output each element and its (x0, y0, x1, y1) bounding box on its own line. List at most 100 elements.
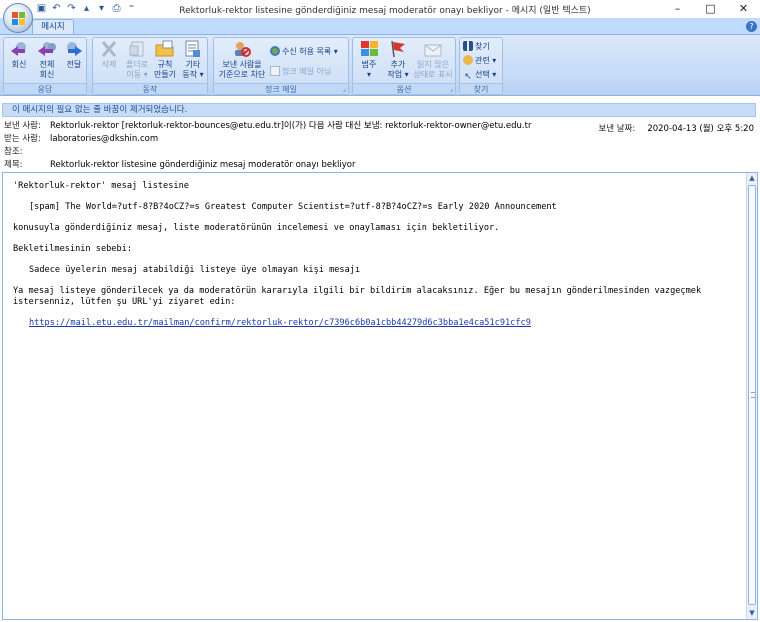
quick-access-toolbar: ▣ ↶ ↷ ▴ ▾ ⎙ ⁼ (36, 3, 137, 14)
related-button[interactable]: 관련 ▾ (463, 55, 496, 67)
forward-icon (67, 42, 82, 56)
other-label-2: 동작 ▾ (182, 70, 204, 79)
rules-folder-icon (155, 40, 174, 57)
to-value[interactable]: laboratories@dkshin.com (50, 134, 158, 144)
categorize-label-1: 범주 (361, 60, 377, 69)
group-junk-label: 정크 메일 (214, 83, 348, 94)
sent-value: 2020-04-13 (월) 오후 5:20 (647, 124, 754, 134)
info-bar[interactable]: 이 메시지의 필요 없는 줄 바꿈이 제거되었습니다. (2, 103, 756, 117)
body-paragraph: Bekletilmesinin sebebi: (13, 244, 132, 254)
sent-label: 보낸 날짜: (598, 124, 636, 134)
not-junk-icon (270, 66, 280, 76)
message-body[interactable]: 'Rektorluk-rektor' mesaj listesine [spam… (2, 172, 758, 620)
subject-value: Rektorluk-rektor listesine gönderdiğiniz… (50, 160, 356, 170)
reply-label: 회신 (11, 60, 27, 69)
categorize-label-2: ▾ (366, 70, 371, 79)
subject-row: 제목: Rektorluk-rektor listesine gönderdiği… (4, 159, 355, 171)
reply-all-button[interactable]: 전체 회신 (33, 40, 61, 80)
related-label: 관련 ▾ (475, 56, 497, 65)
subject-label: 제목: (4, 160, 23, 170)
from-value[interactable]: Rektorluk-rektor [rektorluk-rektor-bounc… (50, 121, 531, 131)
redo-icon[interactable]: ↷ (66, 3, 77, 14)
find-button[interactable]: 찾기 (463, 41, 490, 53)
scroll-grip-icon (751, 392, 755, 398)
delete-label: 삭제 (101, 60, 117, 69)
message-text: 'Rektorluk-rektor' mesaj listesine [spam… (13, 181, 735, 339)
options-dialog-launcher-icon[interactable]: ⌟ (450, 85, 453, 93)
scroll-thumb[interactable] (748, 185, 756, 605)
message-header: 보낸 사람: Rektorluk-rektor [rektorluk-rektor… (0, 119, 760, 172)
delete-icon (101, 41, 117, 57)
body-paragraph: Ya mesaj listeye gönderilecek ya da mode… (13, 286, 707, 307)
follow-up-flag-icon (391, 40, 405, 58)
other-actions-button[interactable]: 기타 동작 ▾ (179, 40, 207, 80)
rules-label-2: 만들기 (153, 70, 177, 79)
cc-row: 참조: (4, 146, 50, 158)
ribbon: 회신 전체 회신 전달 응답 삭제 폴더로 이동 ▾ 규칙 만들기 기타 동작 … (0, 34, 760, 96)
to-label: 받는 사람: (4, 134, 41, 144)
scroll-down-icon[interactable]: ▼ (747, 608, 757, 619)
block-label-2: 기준으로 차단 (218, 70, 266, 79)
other-actions-icon (185, 40, 200, 57)
body-paragraph: [spam] The World=?utf-8?B?4oCZ?=s Greate… (29, 202, 557, 212)
reply-all-label-1: 전체 (39, 60, 55, 69)
body-paragraph: Sadece üyelerin mesaj atabildiği listeye… (29, 265, 361, 275)
group-find: 찾기 관련 ▾ ↖ 선택 ▾ 찾기 (459, 37, 503, 95)
create-rule-button[interactable]: 규칙 만들기 (151, 40, 179, 80)
down-icon[interactable]: ▾ (96, 3, 107, 14)
group-actions: 삭제 폴더로 이동 ▾ 규칙 만들기 기타 동작 ▾ 동작 (92, 37, 208, 95)
customize-icon[interactable]: ⁼ (126, 3, 137, 14)
block-label-1: 보낸 사람을 (222, 60, 262, 69)
select-button[interactable]: ↖ 선택 ▾ (463, 69, 497, 82)
undo-icon[interactable]: ↶ (51, 3, 62, 14)
group-actions-label: 동작 (93, 83, 207, 94)
not-junk-label: 정크 메일 아님 (282, 67, 332, 76)
group-junk: 보낸 사람을 기준으로 차단 수신 허용 목록 ▾ 정크 메일 아님 정크 메일… (213, 37, 349, 95)
not-junk-button[interactable]: 정크 메일 아님 (270, 66, 331, 78)
up-icon[interactable]: ▴ (81, 3, 92, 14)
help-icon[interactable]: ? (746, 21, 757, 32)
move-folder-icon (129, 41, 144, 57)
forward-button[interactable]: 전달 (60, 40, 88, 70)
select-label: 선택 ▾ (475, 70, 497, 79)
categorize-icon (361, 41, 378, 56)
mark-unread-button[interactable]: 읽지 않은 상태로 표시 (411, 40, 455, 80)
select-cursor-icon: ↖ (464, 72, 472, 82)
maximize-button[interactable]: □ (694, 0, 727, 17)
cc-label: 참조: (4, 147, 23, 157)
group-options-label: 옵션 (353, 83, 455, 94)
rules-label-1: 규칙 (157, 60, 173, 69)
block-sender-icon (235, 42, 251, 57)
group-options: 범주 ▾ 추가 작업 ▾ 읽지 않은 상태로 표시 옵션 ⌟ (352, 37, 456, 95)
group-find-label: 찾기 (460, 83, 502, 94)
close-button[interactable]: ✕ (727, 0, 760, 17)
save-icon[interactable]: ▣ (36, 3, 47, 14)
title-bar: ▣ ↶ ↷ ▴ ▾ ⎙ ⁼ Rektorluk-rektor listesine… (0, 0, 760, 18)
junk-dialog-launcher-icon[interactable]: ⌟ (343, 85, 346, 93)
other-label-1: 기타 (185, 60, 201, 69)
move-label-1: 폴더로 (125, 60, 149, 69)
vertical-scrollbar[interactable]: ▲ ▼ (746, 173, 757, 619)
tab-message[interactable]: 메시지 (32, 19, 74, 35)
follow-up-button[interactable]: 추가 작업 ▾ (384, 40, 412, 80)
office-logo-icon (12, 12, 25, 25)
minimize-button[interactable]: – (661, 0, 694, 17)
safe-lists-button[interactable]: 수신 허용 목록 ▾ (270, 46, 338, 58)
reply-all-label-2: 회신 (39, 70, 55, 79)
mark-unread-icon (424, 44, 442, 57)
scroll-up-icon[interactable]: ▲ (747, 173, 757, 184)
move-to-folder-button[interactable]: 폴더로 이동 ▾ (123, 40, 151, 80)
ribbon-tab-row: 메시지 ? (0, 18, 760, 35)
office-button[interactable] (3, 3, 33, 33)
group-respond: 회신 전체 회신 전달 응답 (3, 37, 87, 95)
categorize-button[interactable]: 범주 ▾ (355, 40, 383, 80)
mark-unread-label-1: 읽지 않은 (417, 60, 449, 69)
confirm-link[interactable]: https://mail.etu.edu.tr/mailman/confirm/… (29, 318, 531, 328)
print-preview-icon[interactable]: ⎙ (111, 3, 122, 14)
window-controls: – □ ✕ (661, 0, 760, 17)
reply-button[interactable]: 회신 (5, 40, 33, 70)
safe-lists-icon (270, 46, 280, 56)
delete-button[interactable]: 삭제 (95, 40, 123, 70)
to-row: 받는 사람: laboratories@dkshin.com (4, 133, 158, 145)
block-sender-button[interactable]: 보낸 사람을 기준으로 차단 (216, 40, 268, 80)
